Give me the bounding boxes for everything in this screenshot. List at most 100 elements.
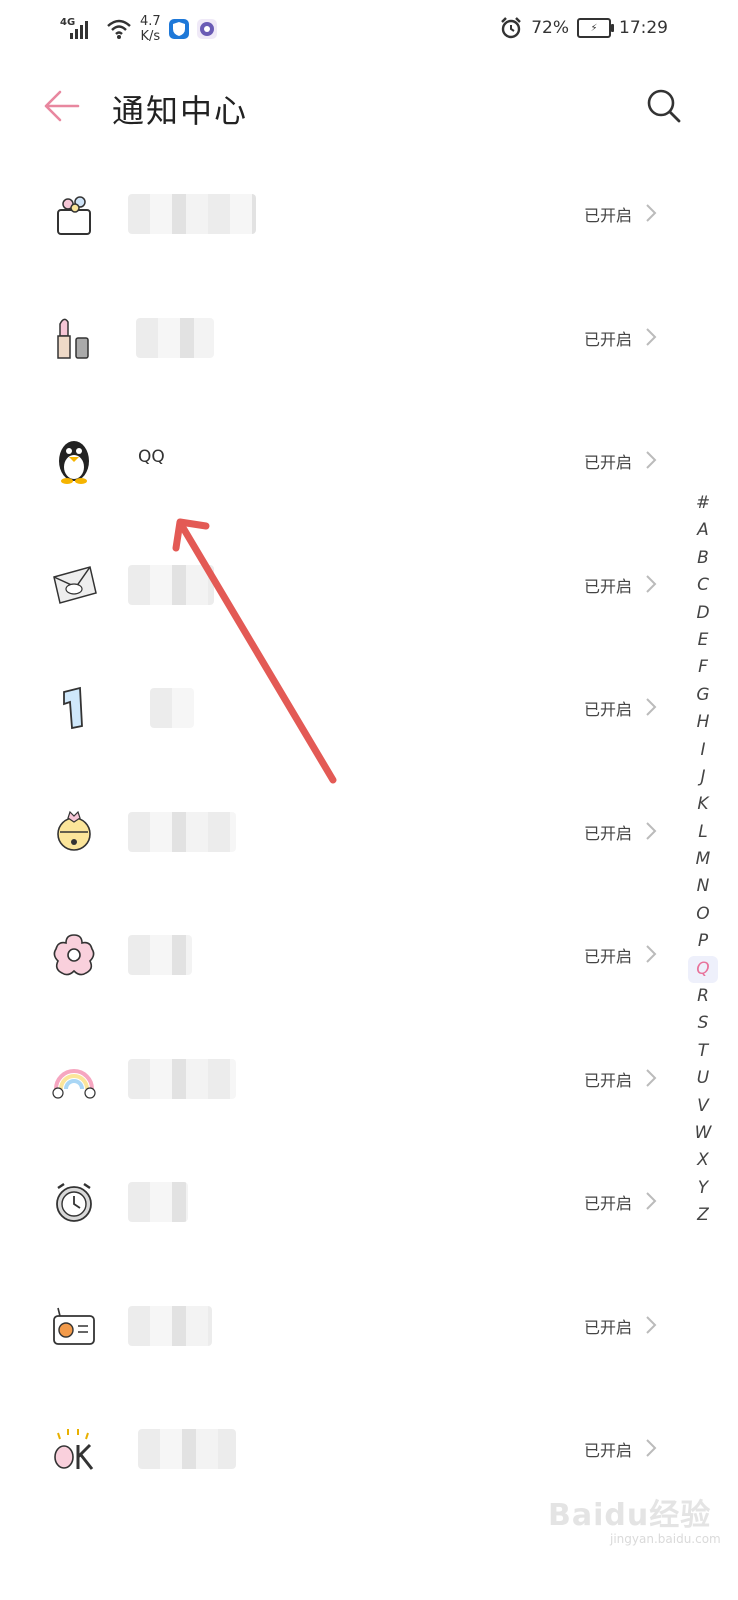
status-label: 已开启 [583,947,632,966]
rainbow-icon [52,1068,96,1099]
alphabet-index-letter[interactable]: W [688,1120,718,1147]
app-name-redacted [136,317,214,358]
alphabet-index-letter[interactable]: M [688,846,718,873]
status-right: 72% ⚡ 17:29 [499,16,668,40]
alphabet-index-letter[interactable]: J [688,764,718,791]
clock-time: 17:29 [619,18,668,38]
app-row[interactable]: 已开启 [0,893,690,1017]
ok-icon [54,1429,94,1470]
alphabet-index-letter[interactable]: X [688,1147,718,1174]
search-icon[interactable] [644,86,684,126]
app-notification-list: 已开启 已开启 QQ 已开启 已开启 已开启 已开启 已开启 已开启 已开启 已… [0,152,690,1511]
app-row[interactable]: 已开启 [0,770,690,894]
network-speed: 4.7 K/s [140,14,161,44]
alphabet-index-letter[interactable]: Y [688,1175,718,1202]
alphabet-index-letter[interactable]: G [688,682,718,709]
status-label: 已开启 [583,1317,632,1337]
number-one-icon [63,686,83,730]
status-label: 已开启 [583,1194,632,1213]
chevron-right-icon [646,574,657,593]
qq-mail-icon [53,565,97,604]
app-name-redacted [128,1305,212,1346]
gift-box-icon [57,196,91,235]
status-label: 已开启 [583,453,632,472]
bell-icon [57,810,91,851]
alphabet-index[interactable]: # A B C D E F G H I J K L M N O P Q R S T U V W X Y Z [688,490,718,1230]
chevron-right-icon [646,1439,657,1457]
status-label: 已开启 [583,823,632,843]
alphabet-index-letter[interactable]: S [688,1010,718,1037]
watermark: Baidu经验 [548,1498,712,1533]
chevron-right-icon [646,204,657,222]
app-name-redacted [128,1058,236,1099]
alphabet-index-letter[interactable]: B [688,545,718,572]
alphabet-index-letter[interactable]: Z [688,1202,718,1229]
status-label: 已开启 [583,700,632,719]
app-row[interactable]: 已开启 [0,1017,690,1141]
app-row[interactable]: 已开启 [0,1264,690,1388]
battery-percent: 72% [531,18,569,38]
app-name-redacted [128,1182,188,1222]
chevron-right-icon [646,1068,657,1087]
alphabet-index-letter[interactable]: # [688,490,718,517]
alphabet-index-letter[interactable]: D [688,600,718,627]
alphabet-index-letter[interactable]: C [688,572,718,599]
app-name-redacted [128,811,236,852]
app-row[interactable]: 已开启 [0,152,690,276]
flower-icon [53,934,95,976]
chevron-right-icon [646,327,657,346]
alphabet-index-letter[interactable]: E [688,627,718,654]
back-arrow-icon[interactable] [40,86,84,126]
chevron-right-icon [646,698,657,716]
alphabet-index-letter[interactable]: H [688,709,718,736]
alphabet-index-letter[interactable]: K [688,791,718,818]
signal-icon: 4G [60,17,98,41]
status-left: 4G 4.7 K/s [60,14,217,44]
chevron-right-icon [646,1315,657,1334]
alphabet-index-letter[interactable]: R [688,983,718,1010]
wifi-icon [107,19,131,39]
radio-icon [53,1307,95,1345]
alphabet-index-letter[interactable]: I [688,737,718,764]
app-row-qq[interactable]: QQ 已开启 [0,399,690,523]
status-label: 已开启 [583,576,632,596]
chevron-right-icon [646,821,657,840]
app-row[interactable]: 已开启 [0,523,690,647]
alphabet-index-letter[interactable]: O [688,901,718,928]
battery-icon: ⚡ [577,18,614,38]
app-name-redacted [138,1429,236,1469]
alphabet-index-letter[interactable]: F [688,654,718,681]
app-row[interactable]: 已开启 [0,276,690,400]
lipstick-icon [57,318,89,359]
alphabet-index-letter[interactable]: V [688,1093,718,1120]
status-label: 已开启 [583,206,632,225]
header: 通知中心 [0,72,738,142]
watermark-url: jingyan.baidu.com [610,1532,721,1546]
alarm-icon [501,17,522,39]
penguin-icon [59,441,89,484]
alphabet-index-letter[interactable]: N [688,873,718,900]
alphabet-index-letter[interactable]: A [688,517,718,544]
page-title: 通知中心 [112,92,249,130]
media-app-icon [196,19,217,39]
app-name-redacted [128,935,192,975]
shield-app-icon [168,19,189,39]
alphabet-index-letter[interactable]: U [688,1065,718,1092]
status-label: 已开启 [583,1070,632,1090]
chevron-right-icon [646,1192,657,1210]
alphabet-index-letter[interactable]: P [688,928,718,955]
app-name-redacted [128,194,256,234]
app-row[interactable]: 已开启 [0,1140,690,1264]
chevron-right-icon [646,945,657,963]
alphabet-index-letter[interactable]: L [688,819,718,846]
alphabet-index-letter[interactable]: Q [688,955,718,984]
app-row[interactable]: 已开启 [0,646,690,770]
alarm-clock-icon [56,1183,92,1222]
status-label: 已开启 [583,1441,632,1460]
app-name-redacted [150,688,194,728]
chevron-right-icon [646,451,657,469]
status-bar: 4G 4.7 K/s 72% ⚡ 17:29 [0,0,738,60]
alphabet-index-letter[interactable]: T [688,1038,718,1065]
app-name-redacted [128,564,214,605]
status-label: 已开启 [583,329,632,349]
